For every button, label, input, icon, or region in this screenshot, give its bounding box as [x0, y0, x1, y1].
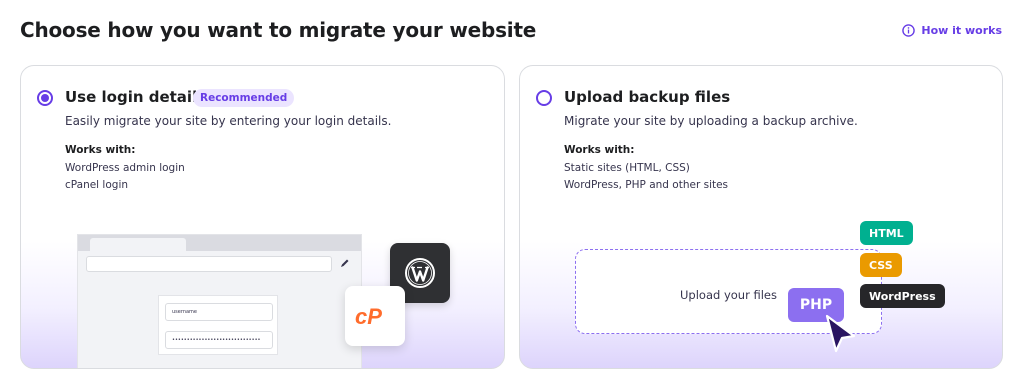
radio-upload-backup[interactable]	[536, 90, 552, 106]
works-with-item: WordPress, PHP and other sites	[564, 179, 729, 191]
option-card-upload-backup[interactable]: Upload backup files Migrate your site by…	[519, 65, 1003, 369]
info-icon	[902, 24, 916, 37]
html-chip: HTML	[860, 221, 913, 245]
option-description: Migrate your site by uploading a backup …	[564, 114, 858, 128]
browser-address-bar	[86, 256, 332, 272]
radio-login-details[interactable]	[37, 90, 53, 106]
wordpress-icon	[405, 258, 435, 288]
login-form-illustration: username ••••••••••••••••••••••••••••••	[158, 295, 278, 355]
option-title: Use login details	[65, 88, 207, 106]
browser-tab	[90, 238, 186, 251]
browser-topbar	[78, 235, 361, 251]
how-it-works-link[interactable]: How it works	[902, 24, 1002, 37]
works-with-item: WordPress admin login	[65, 162, 185, 174]
upload-files-text: Upload your files	[680, 288, 777, 302]
wordpress-chip: WordPress	[860, 284, 945, 308]
how-it-works-label: How it works	[921, 24, 1002, 37]
cursor-arrow-icon	[825, 314, 856, 353]
page-title: Choose how you want to migrate your webs…	[20, 18, 537, 42]
svg-text:cP: cP	[355, 304, 382, 328]
works-with-title: Works with:	[564, 144, 635, 156]
cpanel-logo-tile: cP	[345, 286, 405, 346]
option-description: Easily migrate your site by entering you…	[65, 114, 392, 128]
recommended-badge: Recommended	[193, 89, 295, 107]
password-field: ••••••••••••••••••••••••••••••	[165, 331, 273, 349]
username-field: username	[165, 303, 273, 321]
works-with-item: Static sites (HTML, CSS)	[564, 162, 690, 174]
works-with-item: cPanel login	[65, 179, 129, 191]
pencil-icon	[341, 259, 349, 267]
option-card-login-details[interactable]: Use login details Recommended Easily mig…	[20, 65, 505, 369]
browser-illustration: username ••••••••••••••••••••••••••••••	[77, 234, 362, 368]
option-title: Upload backup files	[564, 88, 731, 106]
works-with-title: Works with:	[65, 144, 136, 156]
css-chip: CSS	[860, 253, 902, 277]
cpanel-icon: cP	[355, 304, 382, 328]
